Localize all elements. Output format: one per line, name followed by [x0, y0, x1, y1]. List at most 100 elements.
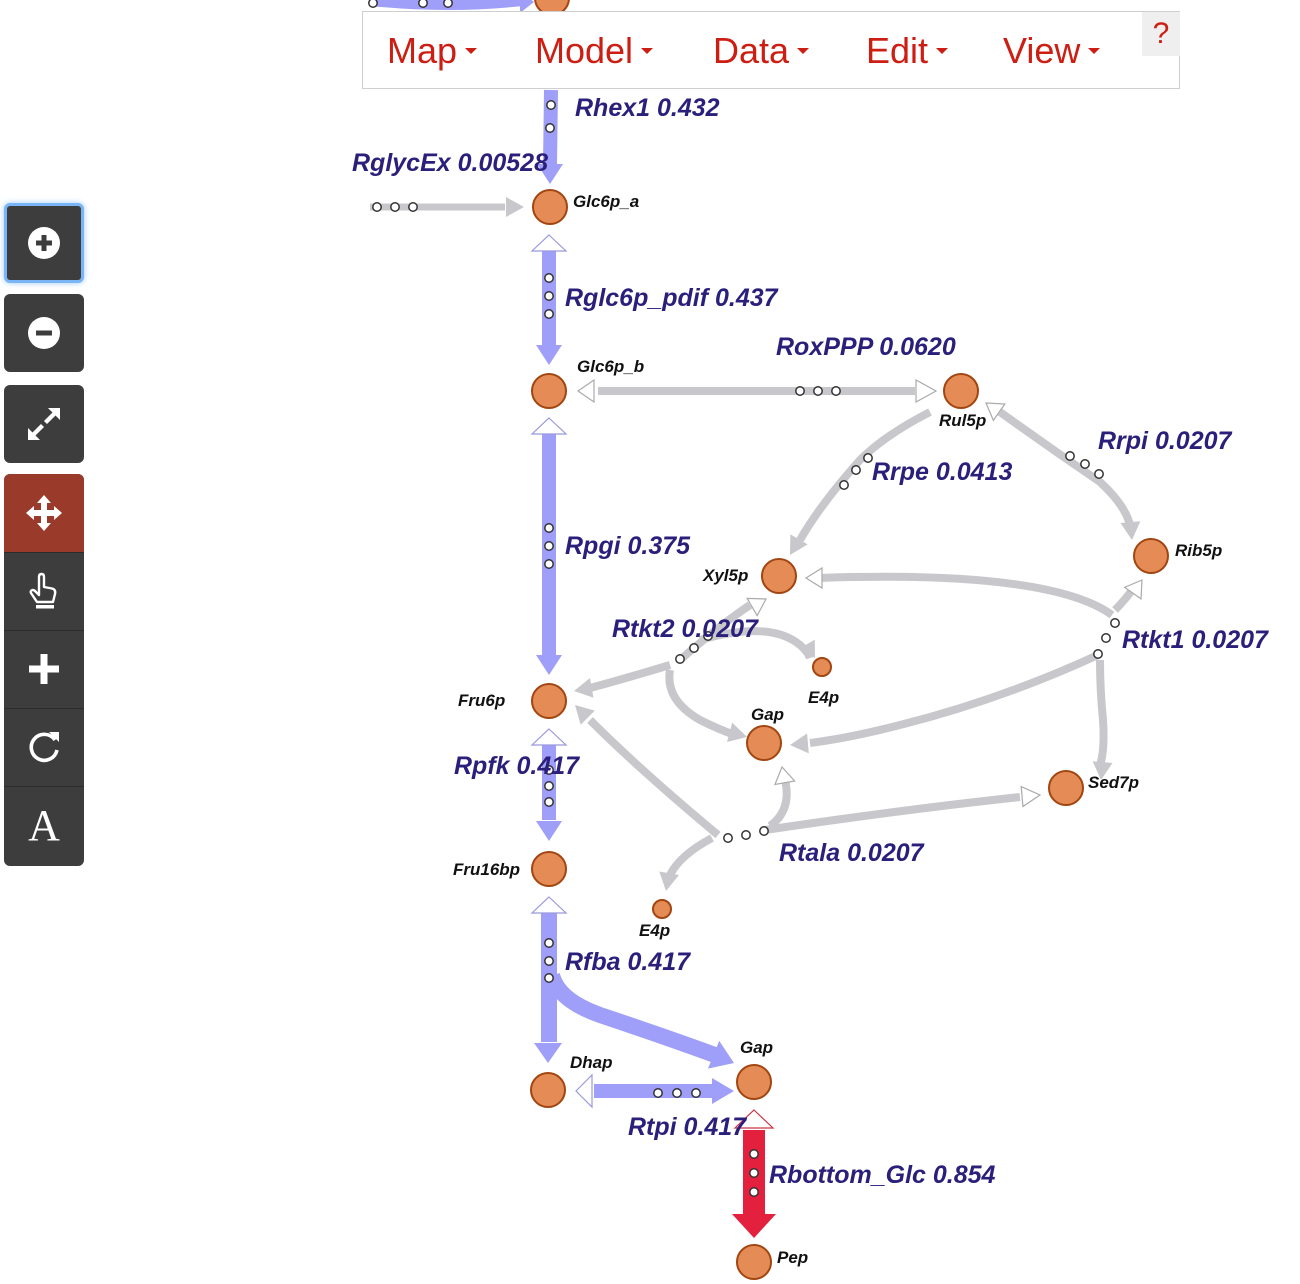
reaction-midpoint[interactable] — [741, 830, 751, 840]
reaction-midpoint[interactable] — [544, 973, 554, 983]
reaction-midpoint[interactable] — [691, 1088, 701, 1098]
reaction-midpoint[interactable] — [723, 833, 733, 843]
reaction-segment[interactable] — [544, 972, 718, 1063]
metabolite-node[interactable] — [812, 657, 832, 677]
metabolite-label[interactable]: E4p — [639, 921, 670, 940]
rotate-mode-button[interactable] — [4, 708, 84, 787]
reaction-midpoint[interactable] — [1101, 633, 1111, 643]
reaction-midpoint[interactable] — [544, 273, 554, 283]
reaction-midpoint[interactable] — [689, 643, 699, 653]
reaction-midpoint[interactable] — [831, 386, 841, 396]
metabolite-node[interactable] — [746, 725, 782, 761]
reaction-midpoint[interactable] — [749, 1149, 759, 1159]
reaction-midpoint[interactable] — [1065, 451, 1075, 461]
metabolite-label[interactable]: Fru16bp — [453, 860, 520, 879]
metabolite-node[interactable] — [531, 373, 567, 409]
reaction-segment[interactable] — [767, 779, 791, 830]
select-mode-button[interactable] — [4, 552, 84, 631]
reaction-midpoint[interactable] — [546, 100, 556, 110]
metabolite-node[interactable] — [736, 1244, 772, 1280]
reaction-midpoint[interactable] — [443, 0, 453, 8]
metabolite-node[interactable] — [1133, 538, 1169, 574]
reaction-label-rtpi[interactable]: Rtpi 0.417 — [628, 1113, 747, 1141]
metabolite-node[interactable] — [531, 683, 567, 719]
reaction-midpoint[interactable] — [839, 480, 849, 490]
reaction-midpoint[interactable] — [544, 956, 554, 966]
reaction-label-rglc6p_pdif[interactable]: Rglc6p_pdif 0.437 — [565, 284, 779, 312]
metabolite-label[interactable]: Gap — [740, 1038, 773, 1057]
menu-edit[interactable]: Edit — [866, 30, 949, 72]
reaction-midpoint[interactable] — [1080, 459, 1090, 469]
metabolite-label[interactable]: Rib5p — [1175, 541, 1222, 560]
reaction-midpoint[interactable] — [544, 938, 554, 948]
reaction-segment[interactable] — [588, 661, 672, 692]
metabolite-label[interactable]: Glc6p_b — [577, 357, 644, 376]
reaction-segment[interactable] — [1112, 587, 1136, 613]
metabolite-label[interactable]: Fru6p — [458, 691, 505, 710]
reaction-midpoint[interactable] — [544, 797, 554, 807]
metabolite-node[interactable] — [531, 851, 567, 887]
reaction-midpoint[interactable] — [1110, 618, 1120, 628]
reaction-midpoint[interactable] — [544, 291, 554, 301]
metabolic-map[interactable]: Rhex1 0.432 RglycEx 0.00528 Rglc6p_pdif 0.… — [0, 0, 1300, 1284]
reaction-label-rpfk[interactable]: Rpfk 0.417 — [454, 752, 580, 780]
menu-map[interactable]: Map — [387, 30, 478, 72]
reaction-midpoint[interactable] — [418, 0, 428, 8]
metabolite-label[interactable]: Sed7p — [1088, 773, 1139, 792]
reaction-segment[interactable] — [817, 572, 1115, 619]
reaction-label-rrpi[interactable]: Rrpi 0.0207 — [1098, 427, 1233, 455]
reaction-label-rtala[interactable]: Rtala 0.0207 — [779, 839, 925, 867]
reaction-midpoint[interactable] — [544, 523, 554, 533]
text-mode-button[interactable]: A — [4, 786, 84, 864]
reaction-midpoint[interactable] — [653, 1088, 663, 1098]
reaction-midpoint[interactable] — [863, 453, 873, 463]
reaction-segment[interactable] — [665, 669, 737, 739]
metabolite-node[interactable] — [943, 373, 979, 409]
reaction-midpoint[interactable] — [675, 654, 685, 664]
help-button[interactable]: ? — [1142, 12, 1180, 56]
menu-model[interactable]: Model — [535, 30, 654, 72]
reaction-segment[interactable] — [666, 834, 714, 877]
metabolite-label[interactable]: Dhap — [570, 1053, 613, 1072]
reaction-midpoint[interactable] — [544, 781, 554, 791]
reaction-midpoint[interactable] — [544, 541, 554, 551]
metabolite-node[interactable] — [530, 1072, 566, 1108]
metabolite-label[interactable]: Pep — [777, 1248, 808, 1267]
reaction-midpoint[interactable] — [813, 386, 823, 396]
reaction-label-rtkt1[interactable]: Rtkt1 0.0207 — [1122, 626, 1269, 654]
pan-mode-button[interactable] — [4, 474, 84, 553]
menu-view[interactable]: View — [1003, 30, 1101, 72]
metabolite-node[interactable] — [736, 1064, 772, 1100]
metabolite-node[interactable] — [532, 189, 568, 225]
zoom-in-button[interactable] — [4, 203, 84, 283]
reaction-segment[interactable] — [764, 793, 1021, 834]
zoom-out-button[interactable] — [4, 294, 84, 372]
reaction-midpoint[interactable] — [408, 202, 418, 212]
metabolite-label[interactable]: Gap — [751, 705, 784, 724]
reaction-midpoint[interactable] — [759, 826, 769, 836]
metabolite-label[interactable]: E4p — [808, 688, 839, 707]
metabolite-label[interactable]: Rul5p — [939, 411, 986, 430]
reaction-midpoint[interactable] — [749, 1168, 759, 1178]
reaction-label-rhex1[interactable]: Rhex1 0.432 — [575, 94, 720, 122]
metabolite-node[interactable] — [652, 899, 672, 919]
reaction-label-rbottom_glc[interactable]: Rbottom_Glc 0.854 — [769, 1161, 996, 1189]
menu-data[interactable]: Data — [713, 30, 810, 72]
metabolite-node[interactable] — [1048, 770, 1084, 806]
reaction-label-rglycex[interactable]: RglycEx 0.00528 — [352, 149, 548, 177]
reaction-label-rfba[interactable]: Rfba 0.417 — [565, 948, 691, 976]
reaction-segment[interactable] — [587, 717, 721, 839]
reaction-midpoint[interactable] — [390, 202, 400, 212]
reaction-midpoint[interactable] — [795, 386, 805, 396]
metabolite-label[interactable]: Glc6p_a — [573, 192, 639, 211]
reaction-midpoint[interactable] — [545, 123, 555, 133]
reaction-midpoint[interactable] — [544, 309, 554, 319]
metabolite-label[interactable]: Xyl5p — [702, 566, 748, 585]
metabolite-node[interactable] — [761, 558, 797, 594]
reaction-midpoint[interactable] — [544, 559, 554, 569]
reaction-midpoint[interactable] — [368, 0, 378, 8]
reaction-midpoint[interactable] — [672, 1088, 682, 1098]
reaction-midpoint[interactable] — [749, 1187, 759, 1197]
reaction-label-rrpe[interactable]: Rrpe 0.0413 — [872, 458, 1012, 486]
reaction-midpoint[interactable] — [1094, 469, 1104, 479]
